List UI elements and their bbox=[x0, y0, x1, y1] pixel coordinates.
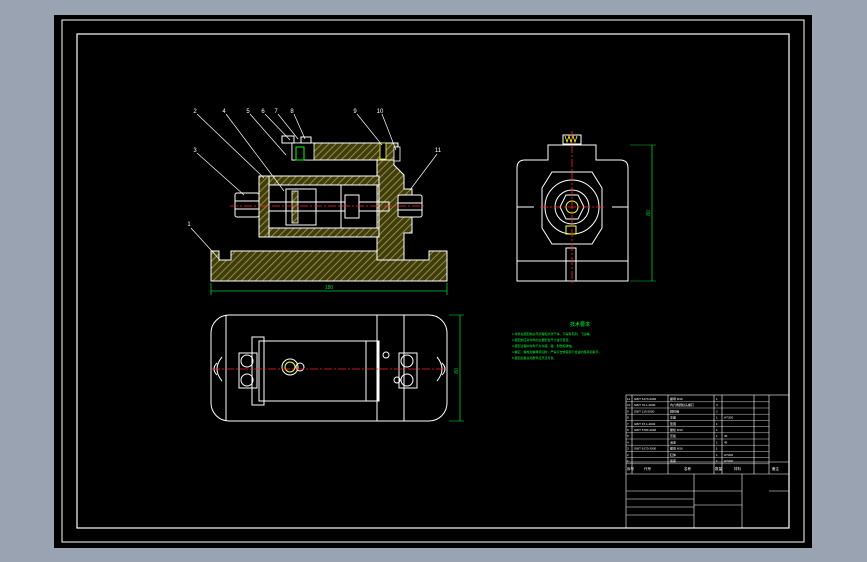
tb-header-material: 材料 bbox=[734, 466, 742, 471]
title-block-cell: 1 bbox=[627, 459, 629, 463]
tb-header-remark: 备注 bbox=[772, 466, 780, 471]
title-block-cell: 45 bbox=[724, 440, 728, 444]
title-block-cell: 8 bbox=[627, 416, 629, 420]
title-block-cell: 1 bbox=[716, 459, 718, 463]
title-block-rows: 11 GB/T 6170-2000 螺母 M16 110 GB/T 70.1-2000 内… bbox=[626, 396, 769, 464]
title-block-cell: HT200 bbox=[724, 416, 733, 420]
balloon-3: 3 bbox=[193, 148, 197, 154]
title-block-cell: 2 bbox=[627, 453, 629, 457]
tb-header-code: 代号 bbox=[644, 466, 652, 471]
technical-notes: 技术要求 1.零件在装配前必须清理和清洗干净，不得有毛刺、飞边等。 2.装配前应… bbox=[512, 321, 602, 360]
title-block-cell: GB/T 119-2000 bbox=[634, 409, 655, 413]
title-block-cell: 6 bbox=[627, 428, 629, 432]
cad-viewport[interactable]: 180 2 4 5 6 7 8 9 10 11 3 1 80 80 技术要求 1… bbox=[54, 15, 812, 548]
title-block-cell: 10 bbox=[627, 403, 631, 407]
balloon-10: 10 bbox=[377, 109, 384, 115]
title-block-cell: 支座 bbox=[670, 415, 676, 420]
notes-line-4: 4.螺钉、螺栓和螺母紧固时，严禁打击或使用不合适的旋具和扳手。 bbox=[512, 349, 602, 354]
front-section-view: 180 bbox=[210, 135, 448, 295]
title-block-cell: GB/T 6170-2000 bbox=[634, 447, 656, 451]
balloon-4: 4 bbox=[222, 109, 226, 115]
title-block-cell: GB/T 6170-2000 bbox=[634, 397, 656, 401]
balloon-6: 6 bbox=[261, 109, 265, 115]
drawing-sheet: 180 2 4 5 6 7 8 9 10 11 3 1 80 80 技术要求 1… bbox=[61, 19, 805, 543]
title-block-cell: HT200 bbox=[724, 453, 733, 457]
title-block-cell: GB/T 97.1-2002 bbox=[634, 422, 656, 426]
title-block-cell: 1 bbox=[716, 397, 718, 401]
balloon-9: 9 bbox=[353, 109, 357, 115]
title-block-cell: 活塞 bbox=[670, 439, 676, 444]
notes-line-1: 1.零件在装配前必须清理和清洗干净，不得有毛刺、飞边等。 bbox=[512, 331, 593, 336]
title-block-cell: 缸体 bbox=[670, 452, 676, 457]
title-block-cell: 9 bbox=[627, 409, 629, 413]
notes-line-5: 5.装配后各运动部件应灵活可靠。 bbox=[512, 355, 557, 360]
title-block-cell: 1 bbox=[716, 428, 718, 432]
dim-side-height: 80 bbox=[646, 210, 652, 216]
title-block-cell: 7 bbox=[627, 422, 629, 426]
title-block-cell: 螺栓 M10 bbox=[670, 427, 683, 432]
dim-top-height: 80 bbox=[454, 368, 460, 374]
balloon-5: 5 bbox=[246, 109, 250, 115]
title-block bbox=[625, 394, 790, 529]
title-block-cell: GB/T 70.1-2000 bbox=[634, 403, 656, 407]
side-view: 80 bbox=[516, 131, 656, 283]
title-block-cell: 45 bbox=[724, 434, 728, 438]
title-block-cell: 2 bbox=[716, 409, 718, 413]
tb-header-qty: 数量 bbox=[715, 466, 723, 471]
title-block-cell: 螺母 M16 bbox=[670, 446, 683, 451]
notes-line-2: 2.装配前应对零件的主要配合尺寸进行复查。 bbox=[512, 337, 572, 342]
title-block-cell: 内六角圆柱头螺钉 bbox=[670, 402, 694, 407]
title-block-cell: 1 bbox=[716, 440, 718, 444]
title-block-cell: 底座 bbox=[670, 458, 676, 463]
title-block-cell: 5 bbox=[627, 434, 629, 438]
balloon-8: 8 bbox=[290, 109, 294, 115]
notes-title: 技术要求 bbox=[570, 321, 590, 328]
title-block-cell: 1 bbox=[716, 434, 718, 438]
title-block-cell: 1 bbox=[716, 447, 718, 451]
title-block-cell: 3 bbox=[627, 447, 629, 451]
title-block-header: 序号 代号 名称 数量 材料 备注 bbox=[627, 466, 780, 471]
tb-header-name: 名称 bbox=[684, 466, 692, 471]
dim-front-length: 180 bbox=[325, 285, 334, 291]
title-block-cell: 4 bbox=[716, 403, 718, 407]
balloon-2: 2 bbox=[193, 109, 197, 115]
title-block-cell: 1 bbox=[716, 422, 718, 426]
title-block-cell: 1 bbox=[716, 453, 718, 457]
title-block-cell: 1 bbox=[716, 416, 718, 420]
balloon-1: 1 bbox=[187, 222, 191, 228]
title-block-cell: 11 bbox=[627, 397, 630, 401]
balloon-7: 7 bbox=[274, 109, 278, 115]
title-block-cell: HT200 bbox=[724, 459, 733, 463]
title-block-cell: 压板 bbox=[670, 433, 676, 438]
title-block-cell: 螺母 M16 bbox=[670, 396, 683, 401]
title-block-cell: 垫圈 bbox=[670, 421, 676, 426]
balloon-11: 11 bbox=[435, 148, 442, 154]
notes-line-3: 3.装配过程中零件不允许磕、碰、划伤和锈蚀。 bbox=[512, 343, 575, 348]
title-block-cell: 4 bbox=[627, 440, 629, 444]
tb-header-no: 序号 bbox=[627, 466, 635, 471]
title-block-cell: GB/T 5783-2000 bbox=[634, 428, 656, 432]
top-view: 80 bbox=[210, 314, 464, 422]
title-block-cell: 圆柱销 bbox=[670, 408, 679, 413]
